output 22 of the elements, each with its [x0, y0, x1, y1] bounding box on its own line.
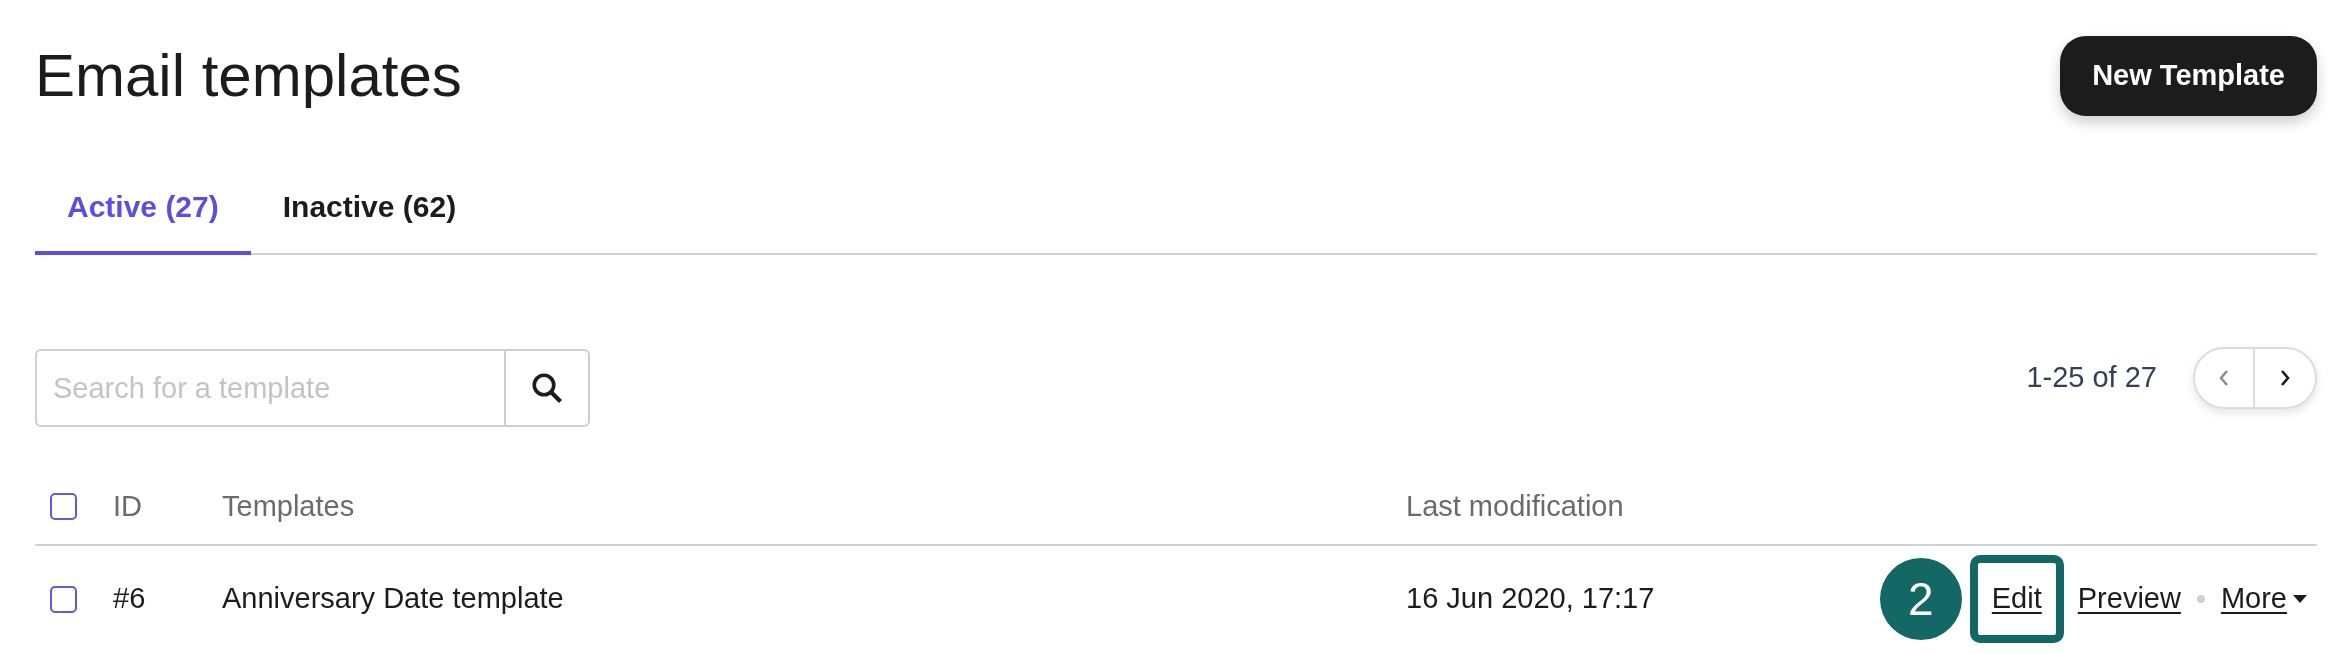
- action-link[interactable]: Preview: [2077, 577, 2181, 621]
- search-field[interactable]: Search for a template: [35, 349, 506, 427]
- column-header: Last modification: [1406, 488, 1624, 524]
- table-cell-text: 16 Jun 2020, 17:17: [1406, 581, 1656, 617]
- page-title: Email templates: [35, 46, 462, 106]
- column-header: ID: [113, 488, 143, 524]
- step-badge: 2: [1879, 558, 1962, 640]
- tab[interactable]: Active (27): [35, 174, 251, 255]
- more-dropdown[interactable]: More: [2220, 577, 2307, 621]
- column-header: Templates: [222, 488, 356, 524]
- checkbox[interactable]: [50, 493, 77, 520]
- tab[interactable]: Inactive (62): [250, 174, 489, 255]
- chevron-right-icon: [2278, 368, 2292, 388]
- table-cell-text: Anniversary Date template: [222, 581, 565, 617]
- action-link[interactable]: Edit: [1969, 555, 2064, 643]
- new-template-button[interactable]: New Template: [2060, 36, 2317, 116]
- caret-down-icon: [2293, 595, 2307, 603]
- search-button[interactable]: [506, 349, 590, 427]
- pagination-range: 1-25 of 27: [2026, 360, 2157, 396]
- table-cell-text: #6: [113, 581, 147, 617]
- chevron-left-icon: [2217, 368, 2231, 388]
- checkbox[interactable]: [50, 585, 77, 613]
